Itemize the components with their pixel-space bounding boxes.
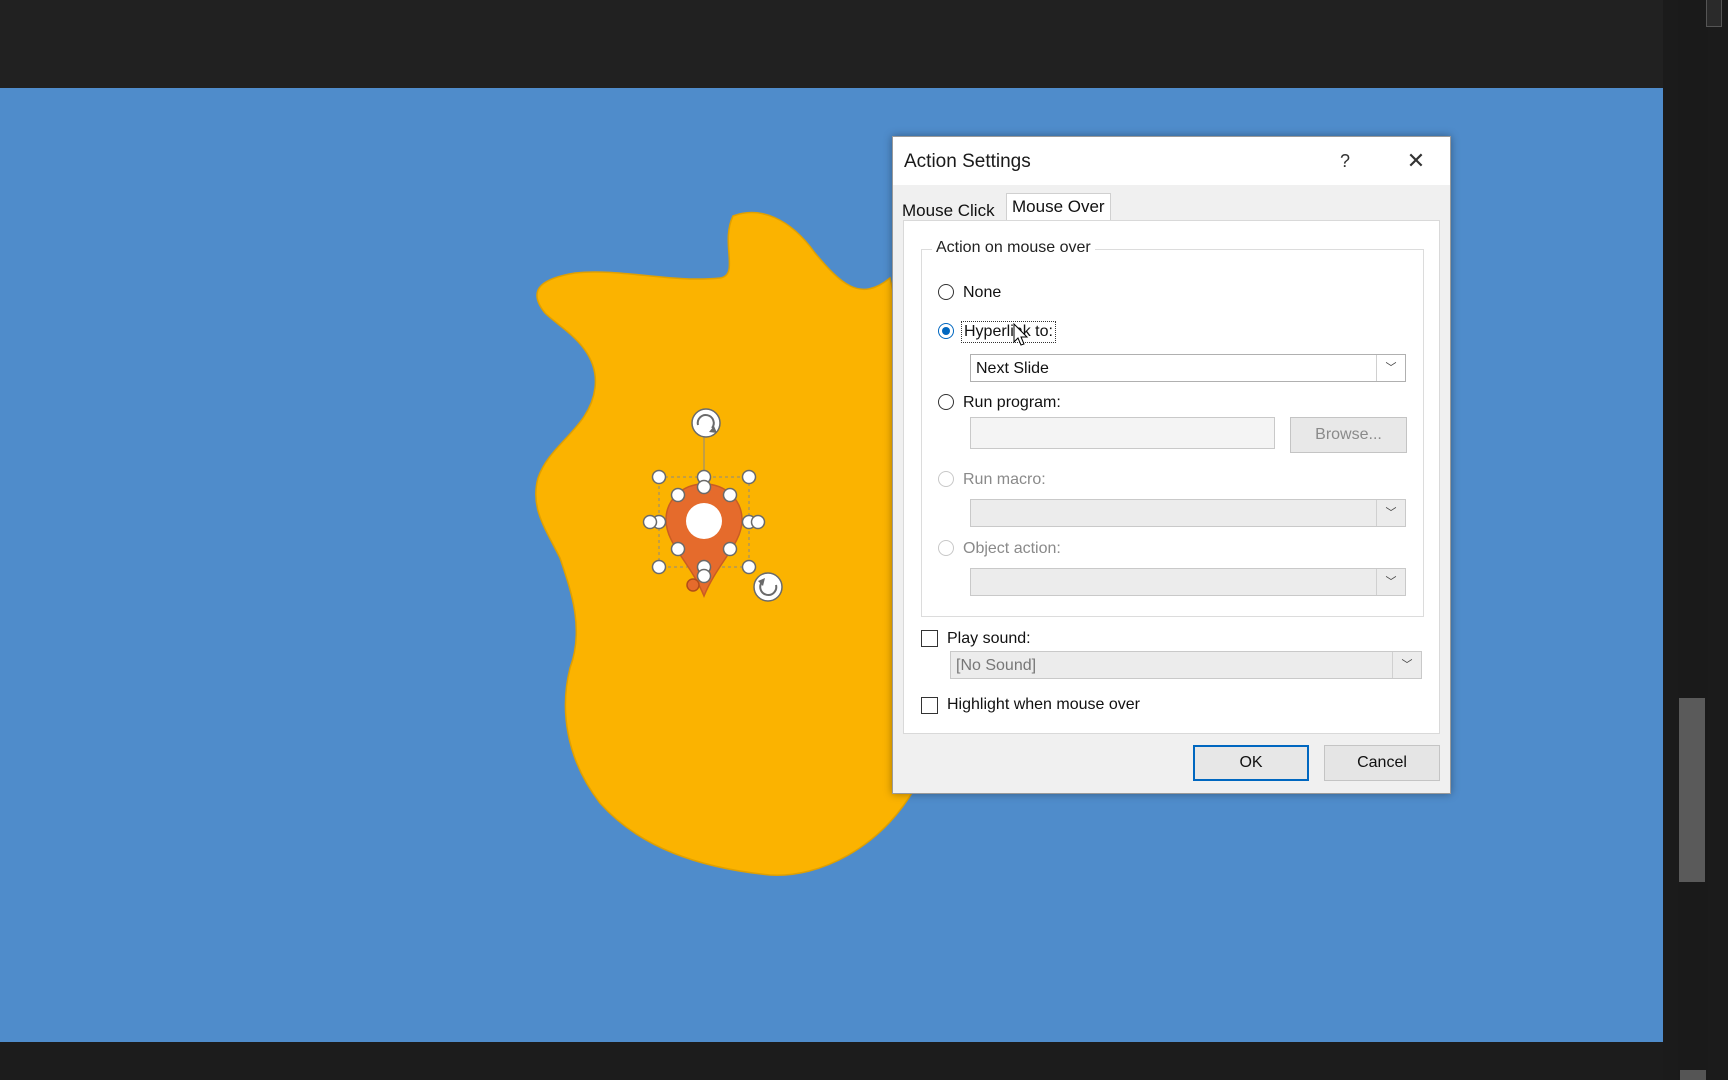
group-legend: Action on mouse over: [932, 239, 1095, 257]
program-input[interactable]: [970, 417, 1275, 449]
dialog-title-bar[interactable]: Action Settings ? ✕: [893, 137, 1450, 185]
scrollbar-thumb[interactable]: [1679, 698, 1705, 882]
hyperlink-select[interactable]: Next Slide ﹀: [970, 354, 1406, 382]
app-bottom-area: [0, 1042, 1663, 1080]
action-group: Action on mouse over None Hyperlink to: …: [921, 239, 1424, 617]
cancel-button[interactable]: Cancel: [1324, 745, 1440, 781]
label-object-action[interactable]: Object action:: [963, 540, 1061, 558]
ok-button[interactable]: OK: [1193, 745, 1309, 781]
macro-select[interactable]: ﹀: [970, 499, 1406, 527]
label-hyperlink[interactable]: Hyperlink to:: [961, 321, 1056, 343]
object-action-select[interactable]: ﹀: [970, 568, 1406, 596]
close-icon[interactable]: ✕: [1401, 147, 1431, 175]
chevron-down-icon[interactable]: ﹀: [1376, 355, 1405, 381]
dialog-title: Action Settings: [904, 151, 1031, 172]
rotate-handle-icon[interactable]: [691, 408, 721, 438]
radio-run-program[interactable]: [938, 394, 954, 410]
play-sound-checkbox[interactable]: [921, 630, 938, 647]
chevron-down-icon[interactable]: ﹀: [1392, 652, 1421, 678]
label-run-program[interactable]: Run program:: [963, 394, 1061, 412]
chevron-down-icon[interactable]: ﹀: [1376, 569, 1405, 595]
action-settings-dialog: Action Settings ? ✕ Mouse Click Mouse Ov…: [892, 136, 1451, 794]
adjust-handle[interactable]: [686, 578, 700, 592]
scrollbar-top-button[interactable]: [1706, 0, 1722, 27]
browse-button[interactable]: Browse...: [1290, 417, 1407, 453]
radio-none[interactable]: [938, 284, 954, 300]
pin-hole: [686, 503, 722, 539]
tab-panel: Action on mouse over None Hyperlink to: …: [903, 220, 1440, 734]
sound-select[interactable]: [No Sound] ﹀: [950, 651, 1422, 679]
rotate-handle-icon[interactable]: [753, 572, 783, 602]
highlight-checkbox[interactable]: [921, 697, 938, 714]
hyperlink-value: Next Slide: [976, 360, 1049, 377]
label-run-macro[interactable]: Run macro:: [963, 471, 1046, 489]
vertical-scrollbar[interactable]: [1678, 0, 1708, 1080]
label-none[interactable]: None: [963, 284, 1001, 302]
radio-object-action[interactable]: [938, 540, 954, 556]
scrollbar-bottom-button[interactable]: [1680, 1070, 1706, 1080]
radio-run-macro[interactable]: [938, 471, 954, 487]
sound-value: [No Sound]: [956, 657, 1037, 674]
mouse-pointer-icon: [1013, 323, 1029, 346]
label-highlight[interactable]: Highlight when mouse over: [947, 696, 1140, 714]
radio-hyperlink[interactable]: [938, 323, 954, 339]
tab-mouse-over[interactable]: Mouse Over: [1006, 193, 1111, 222]
app-top-area: [0, 0, 1663, 88]
help-button[interactable]: ?: [1331, 147, 1359, 175]
label-play-sound[interactable]: Play sound:: [947, 630, 1031, 648]
chevron-down-icon[interactable]: ﹀: [1376, 500, 1405, 526]
